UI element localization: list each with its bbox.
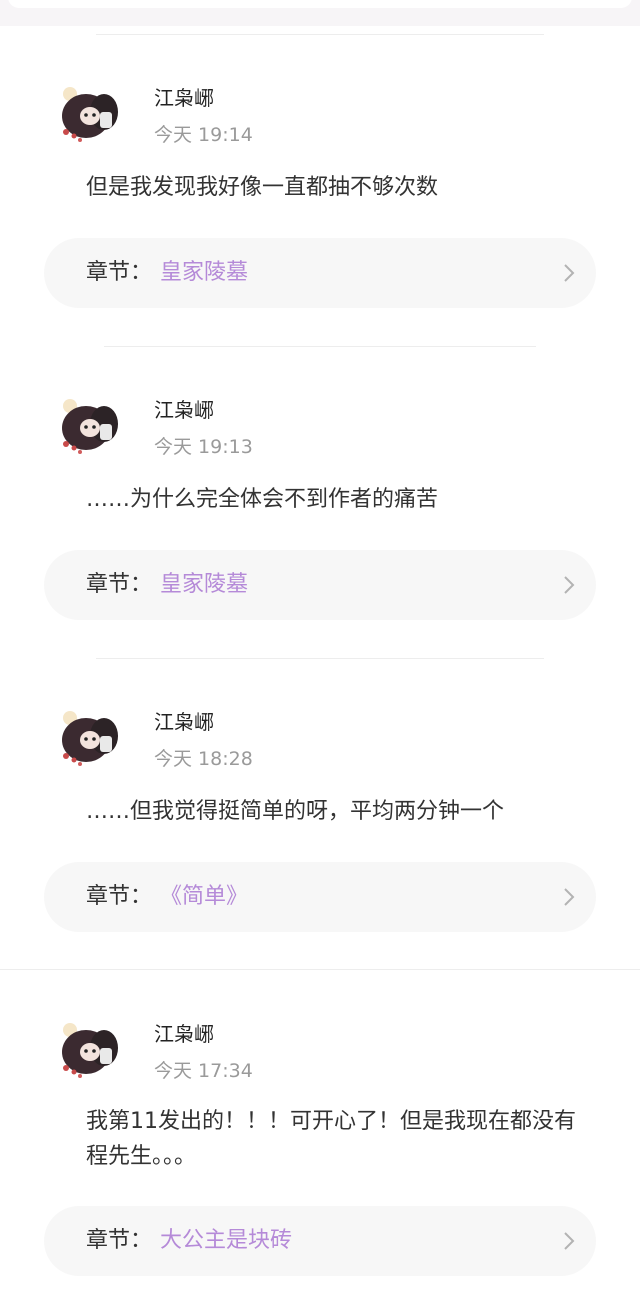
chevron-right-icon (564, 1232, 575, 1250)
comment-item: 江枭峫 今天 19:13 ……为什么完全体会不到作者的痛苦 章节： 皇家陵墓 (0, 390, 640, 630)
chapter-label: 章节： (86, 1228, 153, 1253)
top-bar (0, 0, 640, 26)
comment-text: ……为什么完全体会不到作者的痛苦 (86, 487, 439, 512)
comment-time: 今天 18:28 (154, 748, 253, 770)
chapter-link[interactable]: 章节： 皇家陵墓 (44, 550, 596, 620)
chevron-right-icon (564, 264, 575, 282)
avatar[interactable] (56, 706, 124, 770)
chapter-name: 皇家陵墓 (160, 260, 249, 285)
author-name[interactable]: 江枭峫 (154, 1022, 214, 1046)
chapter-link[interactable]: 章节： 《简单》 (44, 862, 596, 932)
chapter-link[interactable]: 章节： 皇家陵墓 (44, 238, 596, 308)
chapter-name: 大公主是块砖 (160, 1228, 293, 1253)
chapter-link[interactable]: 章节： 大公主是块砖 (44, 1206, 596, 1276)
avatar[interactable] (56, 1018, 124, 1082)
comment-time: 今天 19:13 (154, 436, 253, 458)
comment-text: 我第11发出的！！！可开心了！但是我现在都没有程先生。。。 (86, 1109, 576, 1169)
comment-time: 今天 19:14 (154, 124, 253, 146)
chevron-right-icon (564, 888, 575, 906)
avatar[interactable] (56, 394, 124, 458)
comment-item: 江枭峫 今天 17:34 我第11发出的！！！可开心了！但是我现在都没有程先生。… (0, 1014, 640, 1284)
author-name[interactable]: 江枭峫 (154, 86, 214, 110)
chapter-label: 章节： (86, 884, 153, 909)
divider (104, 346, 536, 347)
comment-item: 江枭峫 今天 19:14 但是我发现我好像一直都抽不够次数 章节： 皇家陵墓 (0, 78, 640, 318)
chapter-label: 章节： (86, 260, 153, 285)
comment-text: 但是我发现我好像一直都抽不够次数 (86, 175, 439, 200)
chapter-label: 章节： (86, 572, 153, 597)
chapter-name: 皇家陵墓 (160, 572, 249, 597)
author-name[interactable]: 江枭峫 (154, 710, 214, 734)
divider (96, 658, 544, 659)
chapter-name: 《简单》 (160, 884, 249, 909)
chevron-right-icon (564, 576, 575, 594)
comment-text: ……但我觉得挺简单的呀，平均两分钟一个 (86, 799, 505, 824)
divider (0, 969, 640, 970)
top-pill (8, 0, 632, 8)
comment-time: 今天 17:34 (154, 1060, 253, 1082)
author-name[interactable]: 江枭峫 (154, 398, 214, 422)
comment-item: 江枭峫 今天 18:28 ……但我觉得挺简单的呀，平均两分钟一个 章节： 《简单… (0, 702, 640, 942)
avatar[interactable] (56, 82, 124, 146)
divider (96, 34, 544, 35)
